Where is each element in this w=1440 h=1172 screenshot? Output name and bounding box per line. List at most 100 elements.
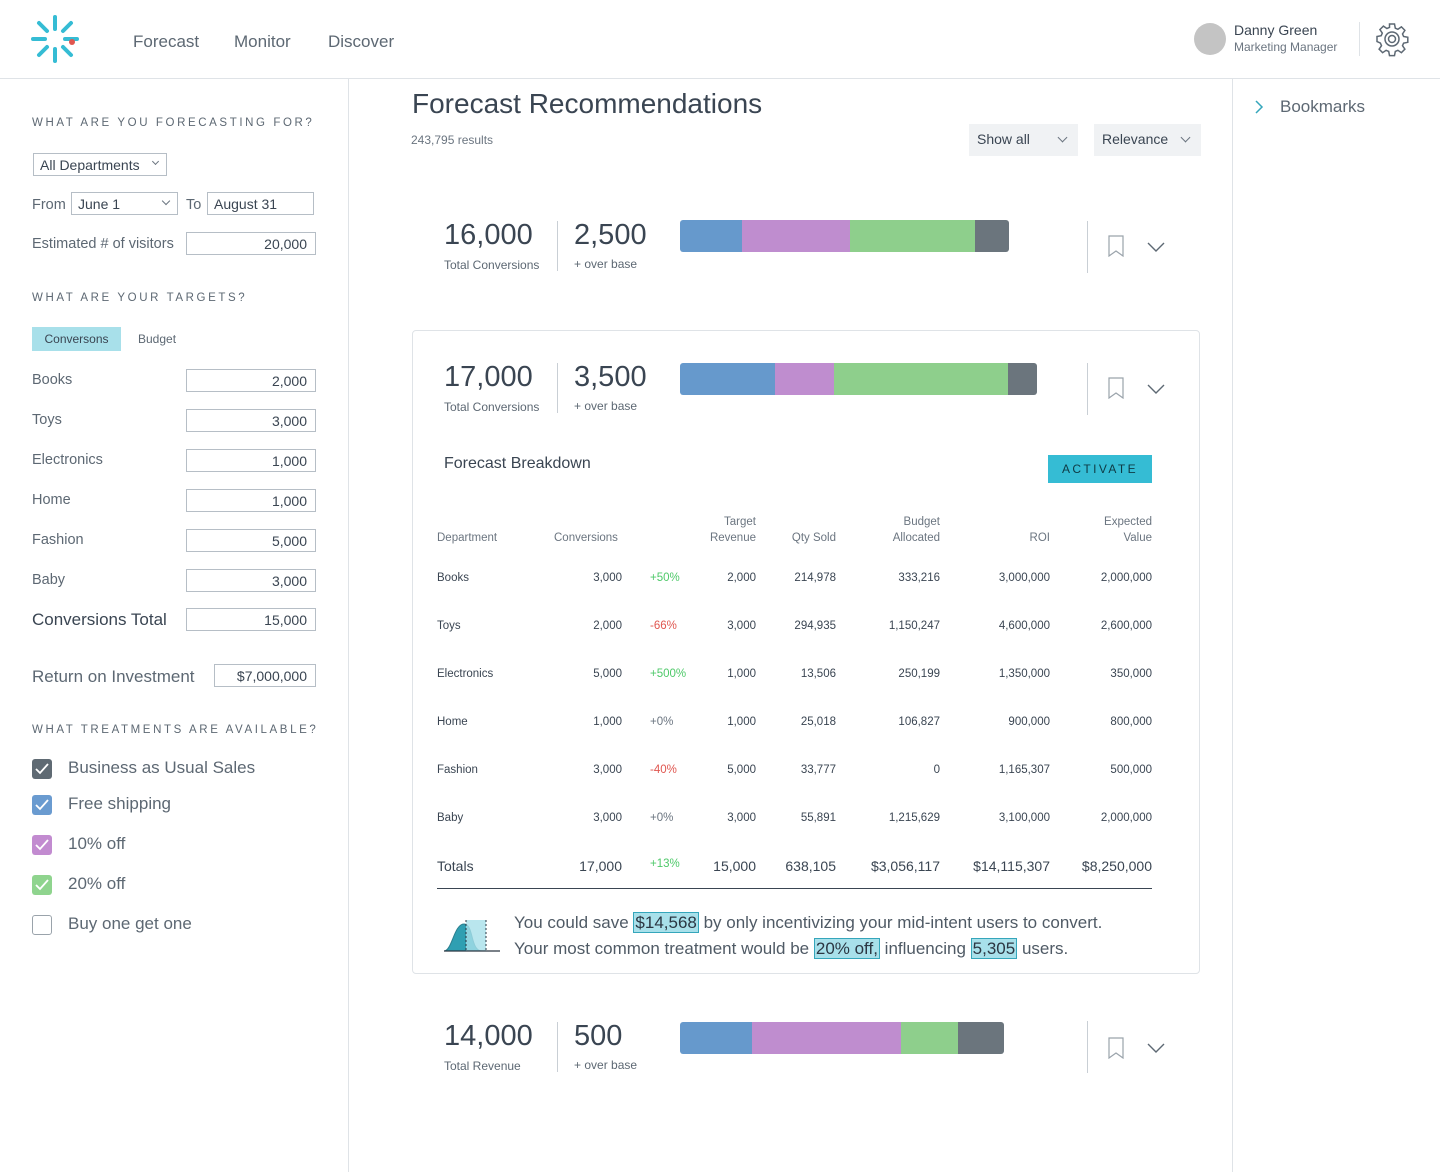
- nav-monitor[interactable]: Monitor: [234, 32, 291, 52]
- visitors-input[interactable]: 20,000: [186, 232, 316, 255]
- tab-budget[interactable]: Budget: [138, 327, 176, 351]
- insight-text: Your most common treatment would be: [514, 939, 814, 958]
- cell-target: 1,000: [727, 716, 756, 728]
- chevron-down-icon: [1180, 132, 1191, 143]
- segment-business-as-usual: [1008, 363, 1037, 395]
- insight-text: users.: [1017, 939, 1069, 958]
- cell-budget: 250,199: [898, 668, 940, 680]
- nav-discover[interactable]: Discover: [328, 32, 394, 52]
- cell-conv: 2,000: [593, 620, 622, 632]
- target-input-fashion[interactable]: 5,000: [186, 529, 316, 552]
- from-date-value: June 1: [78, 196, 121, 212]
- divider: [1359, 22, 1360, 56]
- segment-20-off: [901, 1022, 958, 1054]
- chevron-down-icon[interactable]: [1146, 1042, 1166, 1054]
- check-icon: [35, 763, 49, 775]
- bookmark-icon[interactable]: [1108, 377, 1124, 399]
- nav-forecast[interactable]: Forecast: [133, 32, 199, 52]
- treatment-bar: [680, 220, 1009, 252]
- logo-icon[interactable]: [30, 14, 80, 64]
- treatment-bar: [680, 1022, 1004, 1054]
- checkbox-free-shipping[interactable]: [32, 795, 52, 815]
- activate-button[interactable]: ACTIVATE: [1048, 455, 1152, 483]
- target-label-baby: Baby: [32, 572, 66, 588]
- segment-10-off: [742, 220, 850, 252]
- cell-roi: 900,000: [1008, 716, 1050, 728]
- cell-roi: 3,000,000: [998, 572, 1050, 584]
- user-name: Danny Green: [1234, 22, 1318, 38]
- cell-budget: $3,056,117: [870, 858, 940, 874]
- treatment-label: Free shipping: [68, 794, 172, 813]
- cell-budget: 333,216: [898, 572, 940, 584]
- check-icon: [35, 799, 49, 811]
- bookmarks-toggle[interactable]: Bookmarks: [1280, 97, 1365, 117]
- cell-roi: 4,600,000: [998, 620, 1050, 632]
- tab-conversions[interactable]: Conversons: [32, 327, 121, 351]
- column-header: ROI: [1029, 532, 1050, 544]
- divider: [348, 79, 349, 1172]
- checkbox-business-as-usual[interactable]: [32, 759, 52, 779]
- highlight-users: 5,305: [970, 938, 1018, 959]
- cell-target: 1,000: [727, 668, 756, 680]
- cell-qty: 13,506: [800, 668, 836, 680]
- chevron-right-icon[interactable]: [1254, 99, 1264, 115]
- cell-conv: 1,000: [593, 716, 622, 728]
- avatar[interactable]: [1194, 23, 1226, 55]
- bookmark-icon[interactable]: [1108, 235, 1124, 257]
- from-date-select[interactable]: June 1: [71, 192, 178, 215]
- cell-qty: 294,935: [794, 620, 836, 632]
- divider: [1232, 79, 1233, 1172]
- segment-10-off: [752, 1022, 901, 1054]
- over-base-value: 500: [574, 1020, 623, 1052]
- column-header: Target Revenue: [709, 516, 756, 544]
- gear-icon[interactable]: [1374, 21, 1410, 57]
- cell-ev: 350,000: [1110, 668, 1152, 680]
- department-select[interactable]: All Departments: [33, 153, 167, 176]
- segment-free-shipping: [680, 363, 775, 395]
- cell-dept: Home: [437, 716, 468, 728]
- conversions-total-label: Conversions Total: [32, 610, 167, 629]
- checkbox-10-off[interactable]: [32, 835, 52, 855]
- insight-line-2: Your most common treatment would be 20% …: [514, 938, 1069, 959]
- check-icon: [35, 879, 49, 891]
- cell-dept: Toys: [437, 620, 461, 632]
- column-header: Expected Value: [1104, 516, 1152, 544]
- treatment-label: Buy one get one: [68, 914, 192, 933]
- target-input-home[interactable]: 1,000: [186, 489, 316, 512]
- show-filter-dropdown[interactable]: Show all: [969, 124, 1078, 156]
- treatment-label: 10% off: [68, 834, 126, 853]
- target-input-toys[interactable]: 3,000: [186, 409, 316, 432]
- cell-target: 3,000: [727, 812, 756, 824]
- cell-ev: 2,000,000: [1100, 572, 1152, 584]
- cell-ev: 2,000,000: [1100, 812, 1152, 824]
- roi-input[interactable]: $7,000,000: [214, 664, 316, 687]
- cell-roi: 1,165,307: [998, 764, 1050, 776]
- cell-dept: Electronics: [437, 668, 494, 680]
- target-input-electronics[interactable]: 1,000: [186, 449, 316, 472]
- visitors-label: Estimated # of visitors: [32, 236, 174, 252]
- divider: [557, 1022, 558, 1072]
- insight-text: You could save: [514, 913, 634, 932]
- chevron-down-icon: [1057, 132, 1068, 143]
- bookmark-icon[interactable]: [1108, 1037, 1124, 1059]
- total-value: 16,000: [444, 219, 533, 251]
- segment-20-off: [834, 363, 1008, 395]
- target-input-baby[interactable]: 3,000: [186, 569, 316, 592]
- target-label-fashion: Fashion: [32, 532, 84, 548]
- show-filter-value: Show all: [977, 131, 1030, 147]
- target-input-books[interactable]: 2,000: [186, 369, 316, 392]
- cell-qty: 55,891: [800, 812, 836, 824]
- cell-target: 3,000: [727, 620, 756, 632]
- to-date-field[interactable]: August 31: [207, 192, 314, 215]
- chevron-down-icon[interactable]: [1146, 241, 1166, 253]
- breakdown-title: Forecast Breakdown: [444, 455, 591, 472]
- checkbox-20-off[interactable]: [32, 875, 52, 895]
- cell-target: 5,000: [727, 764, 756, 776]
- chevron-down-icon[interactable]: [1146, 383, 1166, 395]
- column-header: Budget Allocated: [892, 516, 940, 544]
- checkbox-buy-one-get-one[interactable]: [32, 915, 52, 935]
- cell-ev: 800,000: [1110, 716, 1152, 728]
- cell-conv: 3,000: [593, 764, 622, 776]
- cell-budget: 1,215,629: [888, 812, 940, 824]
- sort-dropdown[interactable]: Relevance: [1094, 124, 1201, 156]
